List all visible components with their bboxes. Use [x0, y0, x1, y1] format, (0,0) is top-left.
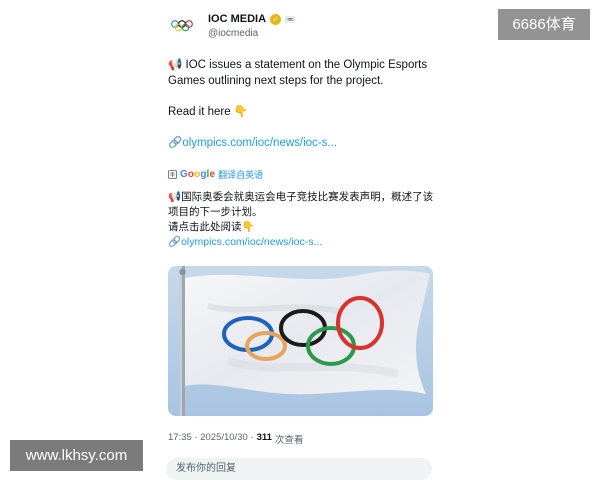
tweet-image-olympic-flag[interactable]	[168, 266, 433, 416]
tweet-line-statement: 📢 IOC issues a statement on the Olympic …	[168, 59, 428, 87]
olympic-rings-icon[interactable]	[168, 12, 196, 40]
reply-input[interactable]: 发布你的回复	[166, 458, 432, 480]
watermark-top-right: 6686体育	[498, 9, 590, 40]
google-logo: Google	[180, 169, 215, 180]
google-letter: e	[209, 169, 216, 180]
tweet-card: IOC MEDIA ✓ @iocmedia 📢 IOC issues a sta…	[160, 0, 445, 480]
tweet-metadata: 17:35 · 2025/10/30 · 311 次查看	[168, 432, 303, 446]
watermark-bottom-left: www.lkhsy.com	[10, 440, 143, 471]
tweet-link[interactable]: 🔗olympics.com/ioc/news/ioc-s...	[168, 135, 438, 151]
translated-line-read-here: 请点击此处阅读👇	[168, 221, 255, 233]
tweet-body: 📢 IOC issues a statement on the Olympic …	[168, 57, 438, 151]
affiliation-badge-icon	[285, 15, 295, 23]
view-count: 311	[256, 432, 272, 443]
google-letter: G	[180, 169, 188, 180]
translated-from-label[interactable]: 翻译自英语	[218, 168, 263, 181]
name-row: IOC MEDIA ✓	[208, 13, 295, 25]
translation-attribution[interactable]: Google 翻译自英语	[168, 168, 263, 181]
tweet-line-read-it-here: Read it here 👇	[168, 106, 249, 118]
tweet-header: IOC MEDIA ✓ @iocmedia	[168, 10, 438, 44]
account-handle[interactable]: @iocmedia	[208, 28, 258, 39]
gold-verified-icon: ✓	[270, 13, 282, 25]
translated-link[interactable]: 🔗olympics.com/ioc/news/ioc-s...	[168, 235, 438, 250]
display-name[interactable]: IOC MEDIA	[208, 13, 266, 25]
tweet-timestamp[interactable]: 17:35 · 2025/10/30 ·	[168, 432, 254, 446]
translate-icon	[168, 170, 177, 179]
translated-body: 📢国际奥委会就奥运会电子竞技比赛发表声明，概述了该项目的下一步计划。 请点击此处…	[168, 190, 438, 250]
translated-line-statement: 📢国际奥委会就奥运会电子竞技比赛发表声明，概述了该项目的下一步计划。	[168, 191, 434, 218]
views-label: 次查看	[274, 435, 304, 446]
